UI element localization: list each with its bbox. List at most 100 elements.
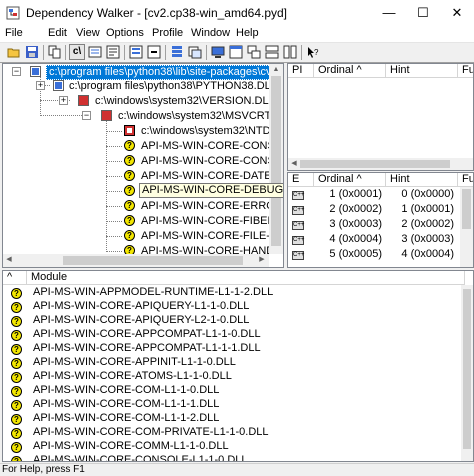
menu-file[interactable]: File xyxy=(5,27,23,39)
tree-item[interactable]: API-MS-WIN-CORE-ERRORHA xyxy=(141,200,283,212)
menu-window[interactable]: Window xyxy=(191,27,230,39)
tree-item-selected[interactable]: c:\program files\python38\lib\site-packa… xyxy=(46,65,283,80)
scroll-thumb[interactable] xyxy=(462,189,471,229)
window-title: Dependency Walker - [cv2.cp38-win_amd64.… xyxy=(26,6,288,20)
expand-icon[interactable] xyxy=(169,44,185,60)
module-row[interactable]: API-MS-WIN-CORE-APPINIT-L1-1-0.DLL xyxy=(33,356,236,368)
column-header-ordinal[interactable]: Ordinal ^ xyxy=(314,64,386,78)
module-row[interactable]: API-MS-WIN-CORE-COM-PRIVATE-L1-1-0.DLL xyxy=(33,426,269,438)
column-header-function[interactable]: Fu xyxy=(458,64,473,78)
scroll-right-icon[interactable]: ▶ xyxy=(257,255,267,265)
column-header-module[interactable]: Module xyxy=(27,271,465,285)
tree-expander[interactable]: + xyxy=(59,96,68,105)
module-list[interactable]: ^ Module ? API-MS-WIN-APPMODEL-RUNTIME-L… xyxy=(2,270,474,462)
module-row[interactable]: API-MS-WIN-CORE-APPCOMPAT-L1-1-0.DLL xyxy=(33,328,261,340)
module-list-icon[interactable] xyxy=(128,44,144,60)
properties-icon[interactable] xyxy=(187,44,203,60)
module-scrollbar-vertical[interactable] xyxy=(461,285,473,461)
tree-expander[interactable]: − xyxy=(82,111,91,120)
tree-item[interactable]: API-MS-WIN-CORE-DATETIM xyxy=(141,170,283,182)
module-row[interactable]: API-MS-WIN-CORE-APIQUERY-L1-1-0.DLL xyxy=(33,300,249,312)
close-button[interactable]: ✕ xyxy=(440,0,474,26)
help-context-icon[interactable]: ? xyxy=(305,44,321,60)
module-row[interactable]: API-MS-WIN-CORE-ATOMS-L1-1-0.DLL xyxy=(33,370,232,382)
tree-item[interactable]: c:\program files\python38\PYTHON38.DLL xyxy=(69,80,277,92)
collapse-icon[interactable] xyxy=(146,44,162,60)
external-viewer-icon[interactable] xyxy=(228,44,244,60)
minimize-button[interactable]: — xyxy=(372,0,406,26)
export-ordinal[interactable]: 4 (0x0004) xyxy=(318,233,382,245)
c-plus-plus-icon[interactable]: c\ xyxy=(69,44,85,60)
window-tile-vertical-icon[interactable] xyxy=(282,44,298,60)
menu-help[interactable]: Help xyxy=(236,27,259,39)
import-function-list[interactable]: PI Ordinal ^ Hint Fu ◀ xyxy=(287,63,474,171)
menu-options[interactable]: Options xyxy=(106,27,144,39)
scroll-up-icon[interactable]: ▲ xyxy=(271,65,281,75)
module-row[interactable]: API-MS-WIN-CORE-CONSOLE-L1-1-0.DLL xyxy=(33,454,248,461)
tree-item[interactable]: API-MS-WIN-CORE-FILE-L1 xyxy=(141,230,282,242)
tree-expander[interactable]: + xyxy=(36,81,45,90)
full-paths-icon[interactable] xyxy=(87,44,103,60)
question-icon: ? xyxy=(124,155,135,166)
window-cascade-icon[interactable] xyxy=(246,44,262,60)
scroll-thumb[interactable] xyxy=(271,76,281,246)
tree-scrollbar-horizontal[interactable]: ◀ ▶ xyxy=(3,254,269,267)
scroll-left-icon[interactable]: ◀ xyxy=(289,159,299,169)
undecorate-icon[interactable] xyxy=(105,44,121,60)
menu-view[interactable]: View xyxy=(76,27,100,39)
column-header-pi[interactable]: PI xyxy=(288,64,314,78)
tree-item[interactable]: API-MS-WIN-CORE-CONSOLE- xyxy=(141,155,283,167)
export-scrollbar-vertical[interactable] xyxy=(460,187,473,267)
export-function-list[interactable]: E Ordinal ^ Hint Fu C++ 1 (0x0001) 0 (0x… xyxy=(287,172,474,268)
column-header-function[interactable]: Fu xyxy=(458,173,473,187)
maximize-button[interactable]: ☐ xyxy=(406,0,440,26)
tree-item[interactable]: c:\windows\system32\NTDLL.DLL xyxy=(141,125,283,137)
tree-item[interactable]: c:\windows\system32\MSVCRT.DLL xyxy=(118,110,283,122)
scroll-thumb[interactable] xyxy=(63,256,243,265)
title-bar[interactable]: Dependency Walker - [cv2.cp38-win_amd64.… xyxy=(0,0,474,26)
export-ordinal[interactable]: 3 (0x0003) xyxy=(318,218,382,230)
menu-profile[interactable]: Profile xyxy=(152,27,183,39)
export-hint[interactable]: 0 (0x0000) xyxy=(390,188,454,200)
module-row[interactable]: API-MS-WIN-CORE-COM-L1-1-2.DLL xyxy=(33,412,219,424)
module-row[interactable]: API-MS-WIN-CORE-COM-L1-1-1.DLL xyxy=(33,398,219,410)
window-tile-icon[interactable] xyxy=(264,44,280,60)
question-icon: ? xyxy=(11,400,22,411)
module-row[interactable]: API-MS-WIN-CORE-APPCOMPAT-L1-1-1.DLL xyxy=(33,342,261,354)
copy-icon[interactable] xyxy=(47,44,63,60)
save-icon[interactable] xyxy=(24,44,40,60)
column-header-hint[interactable]: Hint xyxy=(386,173,458,187)
module-row[interactable]: API-MS-WIN-CORE-COMM-L1-1-0.DLL xyxy=(33,440,229,452)
tree-expander[interactable]: − xyxy=(12,67,21,76)
cpp-function-icon: C++ xyxy=(292,206,305,215)
open-icon[interactable] xyxy=(6,44,22,60)
export-hint[interactable]: 3 (0x0003) xyxy=(390,233,454,245)
export-ordinal[interactable]: 2 (0x0002) xyxy=(318,203,382,215)
column-header-hint[interactable]: Hint xyxy=(386,64,458,78)
tree-item[interactable]: c:\windows\system32\VERSION.DLL xyxy=(95,95,275,107)
module-red-icon xyxy=(124,125,135,136)
export-hint[interactable]: 2 (0x0002) xyxy=(390,218,454,230)
column-header-ordinal[interactable]: Ordinal ^ xyxy=(314,173,386,187)
export-ordinal[interactable]: 5 (0x0005) xyxy=(318,248,382,260)
tree-item[interactable]: API-MS-WIN-CORE-CONSOLE- xyxy=(141,140,283,152)
export-ordinal[interactable]: 1 (0x0001) xyxy=(318,188,382,200)
system-info-icon[interactable] xyxy=(210,44,226,60)
tooltip: API-MS-WIN-CORE-DEBUG-L1-1-0.DLL xyxy=(139,183,283,198)
column-header-e[interactable]: E xyxy=(288,173,314,187)
tree-scrollbar-vertical[interactable]: ▲ xyxy=(269,64,283,254)
scroll-thumb[interactable] xyxy=(300,160,450,168)
menu-edit[interactable]: Edit xyxy=(48,27,67,39)
export-hint[interactable]: 4 (0x0004) xyxy=(390,248,454,260)
toolbar-separator xyxy=(206,45,207,60)
tree-item[interactable]: API-MS-WIN-CORE-FIBERS-L xyxy=(141,215,283,227)
column-header-sort[interactable]: ^ xyxy=(3,271,27,285)
scroll-left-icon[interactable]: ◀ xyxy=(4,255,14,265)
module-row[interactable]: API-MS-WIN-CORE-APIQUERY-L2-1-0.DLL xyxy=(33,314,249,326)
export-hint[interactable]: 1 (0x0001) xyxy=(390,203,454,215)
module-row[interactable]: API-MS-WIN-APPMODEL-RUNTIME-L1-1-2.DLL xyxy=(33,286,273,298)
import-scrollbar-horizontal[interactable]: ◀ xyxy=(288,158,473,170)
scroll-thumb[interactable] xyxy=(463,289,471,449)
module-row[interactable]: API-MS-WIN-CORE-COM-L1-1-0.DLL xyxy=(33,384,219,396)
dependency-tree[interactable]: − c:\program files\python38\lib\site-pac… xyxy=(2,63,284,268)
